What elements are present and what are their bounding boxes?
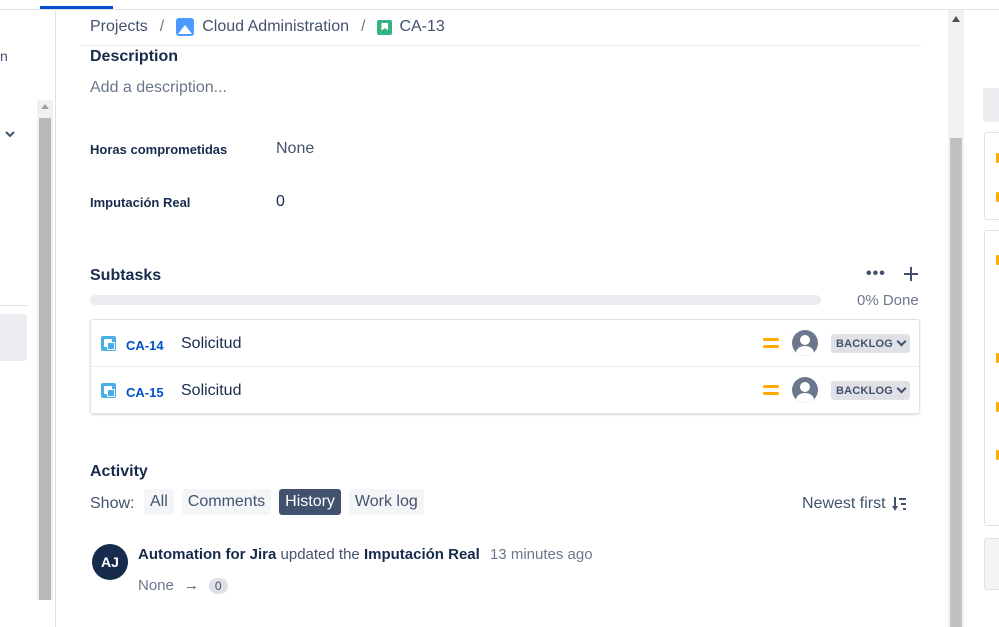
right-panel-card — [984, 132, 999, 220]
history-from-value: None — [138, 577, 174, 594]
description-input[interactable]: Add a description... — [90, 79, 227, 97]
status-label: BACKLOG — [836, 384, 894, 397]
status-dropdown[interactable]: BACKLOG — [831, 334, 911, 353]
subtask-row[interactable]: CA-14 Solicitud BACKLOG — [91, 320, 919, 366]
right-panel-card — [984, 230, 999, 526]
right-panel-button[interactable] — [983, 88, 999, 122]
story-icon — [377, 19, 393, 35]
subtask-list: CA-14 Solicitud BACKLOG CA-15 Solicitud … — [90, 319, 920, 414]
main-scrollbar[interactable] — [948, 10, 964, 627]
subtask-actions: ••• — [866, 265, 918, 283]
chevron-down-icon — [896, 383, 907, 394]
chevron-down-icon[interactable] — [3, 127, 17, 141]
top-navigation-strip — [0, 0, 999, 10]
history-timestamp: 13 minutes ago — [489, 546, 593, 563]
subtask-progress-label: 0% Done — [857, 292, 919, 309]
breadcrumb-projects[interactable]: Projects — [90, 18, 148, 36]
active-nav-indicator — [40, 6, 113, 9]
activity-heading: Activity — [90, 463, 148, 480]
activity-filter-tabs: All Comments History Work log — [144, 489, 424, 515]
field-label-horas: Horas comprometidas — [90, 142, 228, 157]
subtasks-heading: Subtasks — [90, 267, 162, 284]
breadcrumb-issue-key[interactable]: CA-13 — [399, 18, 444, 36]
scrollbar-thumb[interactable] — [39, 118, 51, 600]
scroll-up-icon[interactable] — [952, 16, 960, 22]
subtask-icon — [101, 383, 116, 398]
subtask-icon — [101, 336, 116, 351]
history-actor[interactable]: Automation for Jira — [138, 546, 276, 563]
sidebar-scrollbar[interactable] — [37, 100, 53, 600]
description-heading: Description — [90, 48, 179, 65]
left-sidebar: n — [0, 10, 30, 627]
sidebar-item-selected[interactable] — [0, 314, 27, 361]
history-verb: updated the — [280, 546, 360, 563]
assignee-avatar-icon[interactable] — [792, 330, 818, 356]
history-field: Imputación Real — [363, 546, 480, 563]
status-label: BACKLOG — [836, 337, 894, 350]
status-dropdown[interactable]: BACKLOG — [831, 381, 911, 400]
breadcrumb-project[interactable]: Cloud Administration — [202, 18, 349, 36]
scrollbar-thumb[interactable] — [950, 138, 962, 627]
header-divider — [80, 45, 921, 46]
field-value-imputacion[interactable]: 0 — [276, 193, 285, 211]
subtask-key[interactable]: CA-15 — [126, 385, 164, 400]
history-entry: Automation for Jira updated the Imputaci… — [138, 546, 593, 563]
more-icon[interactable]: ••• — [866, 265, 886, 283]
plus-icon[interactable] — [903, 267, 918, 281]
subtask-progress-bar — [90, 295, 821, 305]
assignee-avatar-icon[interactable] — [792, 377, 818, 403]
sidebar-divider — [0, 305, 28, 306]
history-change: None → 0 — [138, 577, 228, 594]
field-value-horas[interactable]: None — [276, 140, 314, 158]
breadcrumb-separator: / — [159, 18, 165, 35]
breadcrumb-separator: / — [361, 18, 366, 35]
avatar[interactable]: AJ — [92, 544, 128, 580]
sidebar-clipped-text: n — [0, 48, 8, 64]
right-details-panel — [964, 10, 999, 627]
history-to-value: 0 — [208, 577, 228, 594]
sort-label: Newest first — [802, 495, 886, 512]
arrow-right-icon: → — [183, 577, 199, 594]
priority-medium-icon — [763, 337, 779, 349]
subtask-key[interactable]: CA-14 — [126, 338, 164, 353]
scroll-up-icon[interactable] — [41, 104, 49, 109]
subtask-summary[interactable]: Solicitud — [181, 335, 241, 353]
sort-descending-icon — [891, 497, 906, 511]
issue-detail-panel: Projects / Cloud Administration / CA-13 … — [56, 10, 948, 627]
tab-comments[interactable]: Comments — [181, 489, 272, 515]
chevron-down-icon — [896, 336, 907, 347]
subtask-summary[interactable]: Solicitud — [181, 382, 241, 400]
breadcrumb: Projects / Cloud Administration / CA-13 — [90, 18, 445, 36]
tab-history[interactable]: History — [279, 489, 341, 515]
right-panel-card — [984, 538, 999, 590]
subtask-row[interactable]: CA-15 Solicitud BACKLOG — [91, 366, 919, 412]
project-avatar-icon — [176, 18, 195, 36]
field-label-imputacion: Imputación Real — [90, 195, 191, 210]
sort-order-button[interactable]: Newest first — [802, 495, 906, 513]
tab-work-log[interactable]: Work log — [348, 489, 424, 515]
priority-medium-icon — [763, 384, 779, 396]
tab-all[interactable]: All — [144, 489, 174, 515]
activity-show-label: Show: — [90, 495, 135, 512]
